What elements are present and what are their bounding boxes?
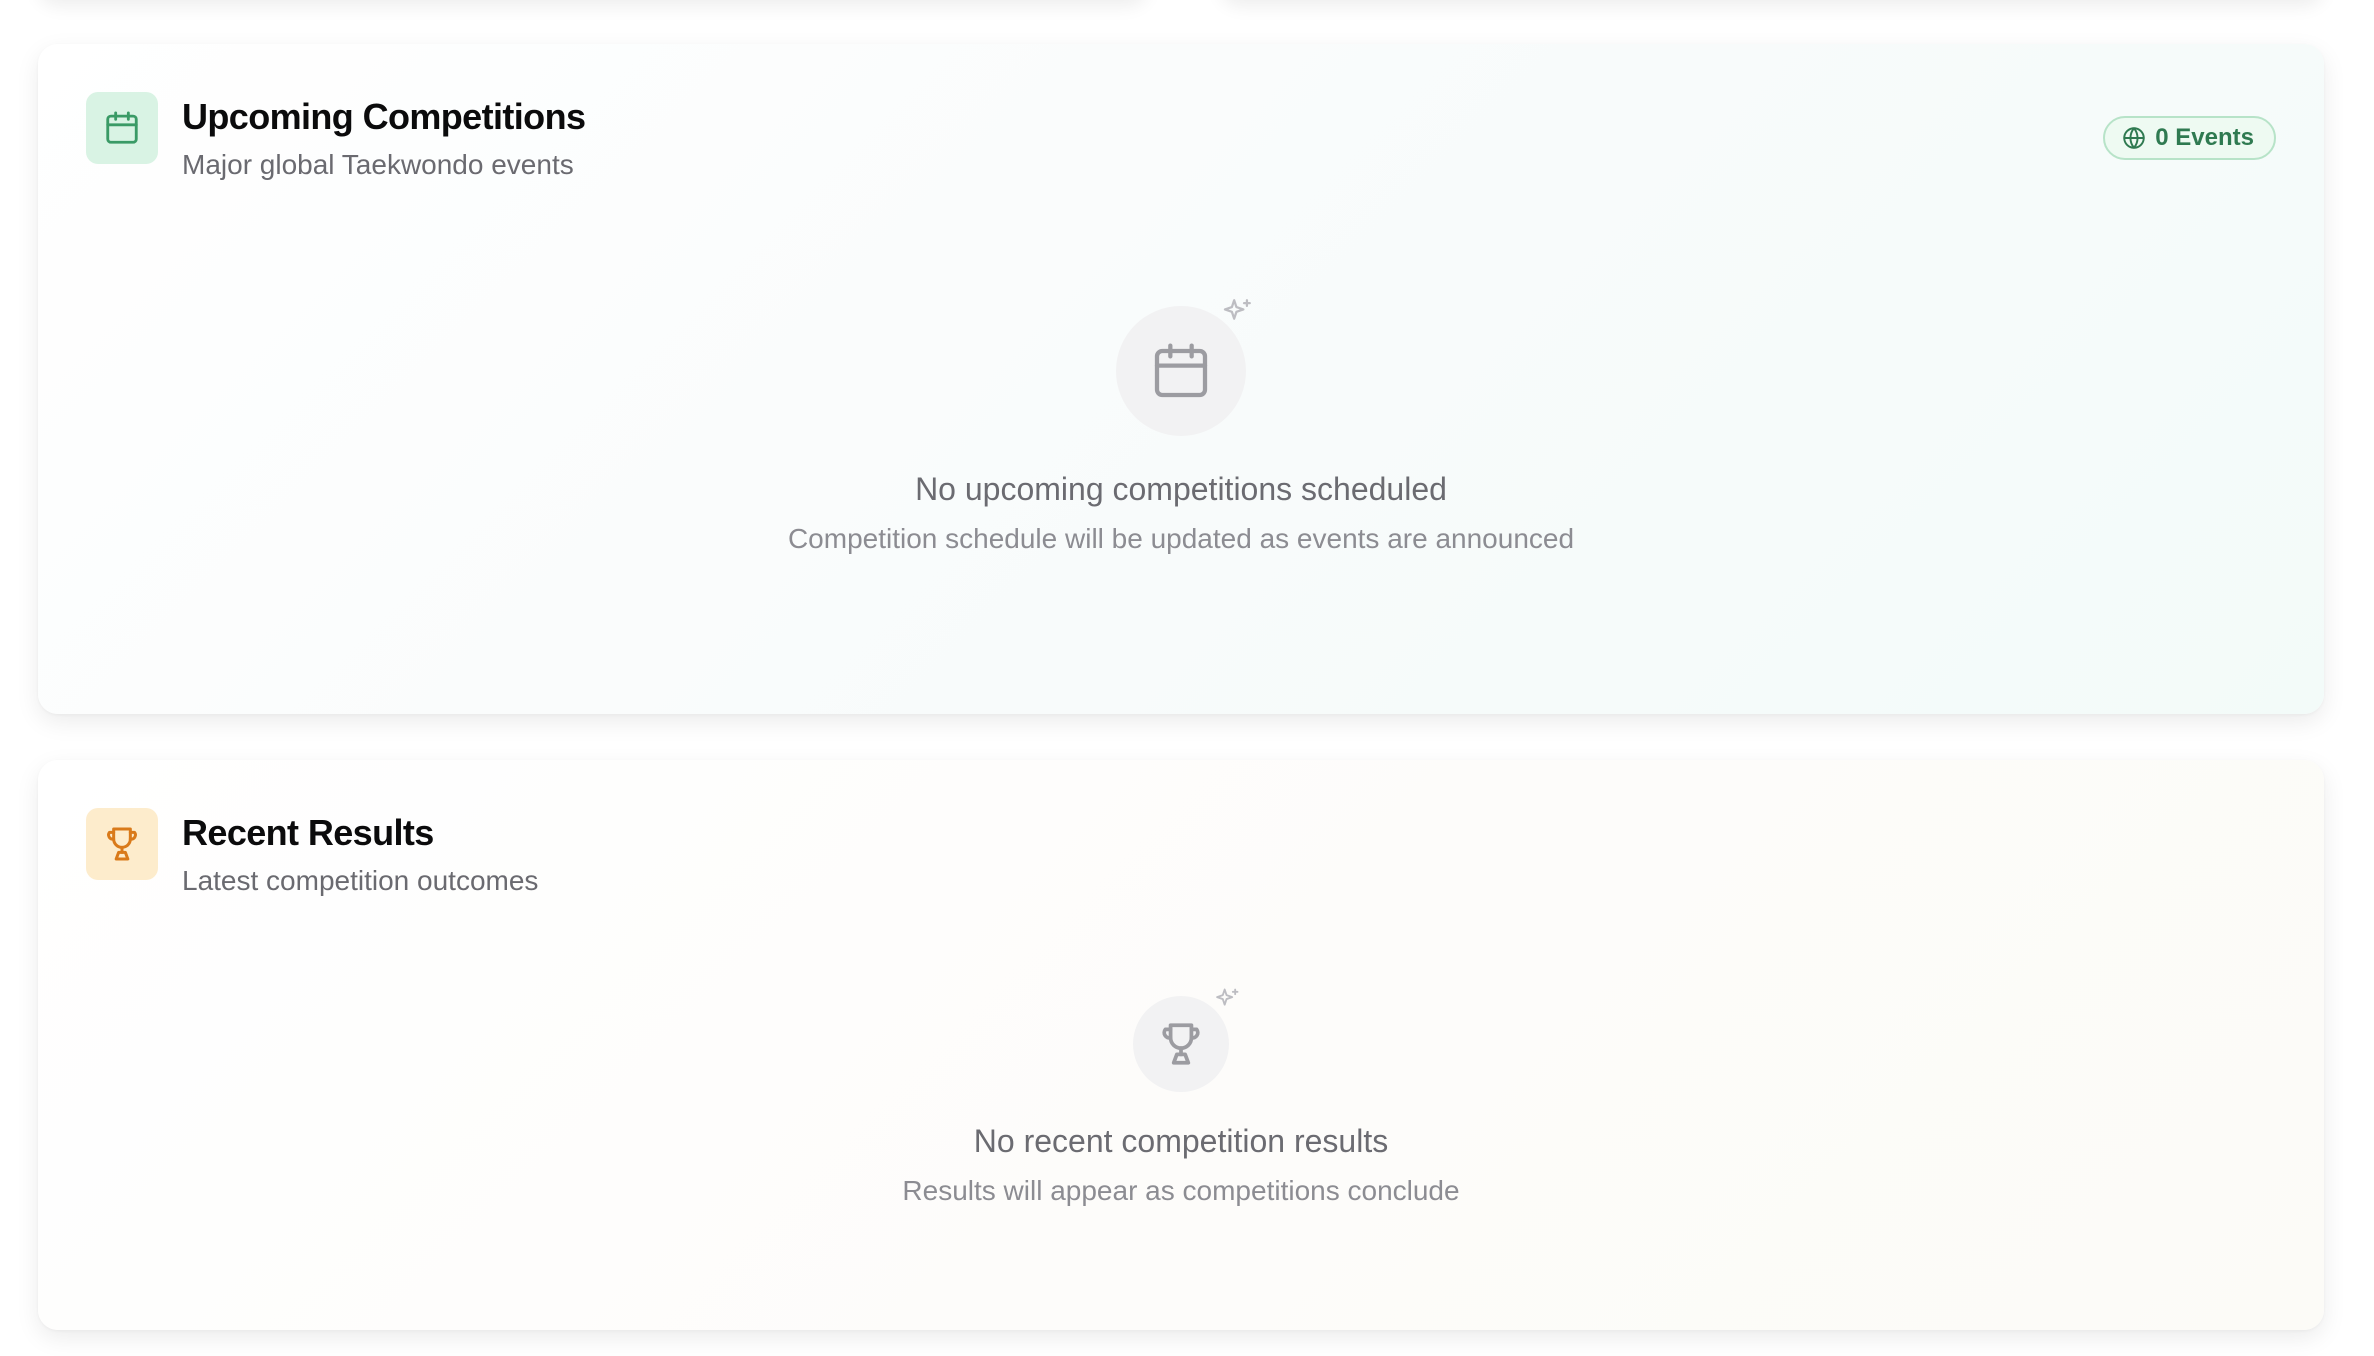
empty-state-illustration bbox=[1116, 299, 1251, 436]
upcoming-header: Upcoming Competitions Major global Taekw… bbox=[86, 92, 586, 182]
empty-state-title: No upcoming competitions scheduled bbox=[915, 471, 1447, 507]
calendar-icon bbox=[86, 92, 158, 164]
recent-results-card: Recent Results Latest competition outcom… bbox=[38, 760, 2324, 1330]
card-title: Recent Results bbox=[182, 812, 434, 853]
card-subtitle: Latest competition outcomes bbox=[182, 865, 539, 896]
empty-state: No recent competition results Results wi… bbox=[38, 988, 2324, 1208]
sparkle-icon bbox=[1220, 296, 1254, 335]
sparkle-icon bbox=[1213, 986, 1241, 1019]
empty-state: No upcoming competitions scheduled Compe… bbox=[38, 299, 2324, 556]
upcoming-competitions-card: Upcoming Competitions Major global Taekw… bbox=[38, 44, 2324, 714]
globe-icon bbox=[2121, 125, 2147, 151]
empty-state-description: Competition schedule will be updated as … bbox=[787, 523, 1575, 554]
card-title: Upcoming Competitions bbox=[182, 96, 586, 137]
events-count-badge: 0 Events bbox=[2103, 116, 2276, 160]
results-header: Recent Results Latest competition outcom… bbox=[86, 808, 538, 898]
trophy-icon bbox=[86, 808, 158, 880]
badge-label: 0 Events bbox=[2155, 124, 2254, 151]
empty-state-title: No recent competition results bbox=[973, 1123, 1389, 1159]
empty-state-description: Results will appear as competitions conc… bbox=[902, 1175, 1460, 1206]
card-subtitle: Major global Taekwondo events bbox=[182, 149, 574, 180]
empty-state-illustration bbox=[1133, 988, 1239, 1092]
